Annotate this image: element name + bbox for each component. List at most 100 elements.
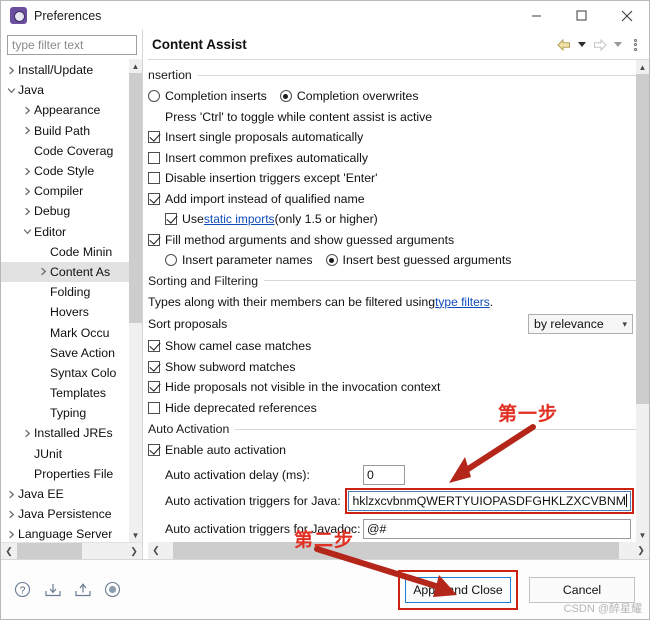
sidebar-item-appearance[interactable]: Appearance — [1, 100, 129, 120]
hide-proposals-row[interactable]: Hide proposals not visible in the invoca… — [148, 377, 636, 398]
sidebar-horizontal-scrollbar[interactable]: ❮ ❯ — [1, 542, 142, 560]
scroll-up-icon[interactable]: ▲ — [636, 60, 649, 74]
java-triggers-input[interactable]: hklzxcvbnmQWERTYUIOPASDFGHKLZXCVBNM — [348, 490, 631, 511]
show-camel-case-row[interactable]: Show camel case matches — [148, 336, 636, 357]
completion-overwrites-radio[interactable] — [279, 90, 292, 103]
sidebar-item-code-coverag[interactable]: Code Coverag — [1, 141, 129, 161]
static-imports-checkbox[interactable] — [165, 213, 177, 226]
export-icon[interactable] — [73, 580, 92, 599]
back-dropdown-caret-icon[interactable] — [574, 37, 589, 53]
sidebar-item-templates[interactable]: Templates — [1, 383, 129, 403]
settings-hscroll-track[interactable] — [164, 542, 633, 559]
hide-proposals-checkbox[interactable] — [148, 381, 160, 394]
chevron-right-icon[interactable] — [5, 510, 18, 519]
add-import-row[interactable]: Add import instead of qualified name — [148, 189, 636, 210]
settings-horizontal-scrollbar[interactable]: ❮ ❯ — [148, 542, 649, 559]
sidebar-hscroll-track[interactable] — [17, 542, 126, 560]
chevron-right-icon[interactable] — [21, 207, 34, 216]
sidebar-item-debug[interactable]: Debug — [1, 201, 129, 221]
sidebar-item-properties-file[interactable]: Properties File — [1, 464, 129, 484]
minimize-button[interactable] — [514, 1, 559, 30]
insert-common-prefixes-checkbox[interactable] — [148, 151, 160, 164]
sidebar-item-code-style[interactable]: Code Style — [1, 161, 129, 181]
chevron-right-icon[interactable] — [21, 429, 34, 438]
sidebar-scroll-thumb[interactable] — [129, 73, 142, 323]
sidebar-item-mark-occu[interactable]: Mark Occu — [1, 322, 129, 342]
view-menu-icon[interactable] — [628, 37, 643, 53]
javadoc-triggers-input[interactable]: @# — [363, 518, 631, 539]
sort-proposals-dropdown[interactable]: by relevance ▾ — [528, 314, 633, 334]
static-imports-row[interactable]: Use static imports (only 1.5 or higher) — [148, 209, 636, 230]
show-subword-checkbox[interactable] — [148, 360, 160, 373]
fill-method-arguments-row[interactable]: Fill method arguments and show guessed a… — [148, 230, 636, 251]
scroll-left-icon[interactable]: ❮ — [148, 545, 164, 556]
type-filters-link[interactable]: type filters — [435, 295, 490, 309]
chevron-right-icon[interactable] — [37, 267, 50, 276]
sidebar-item-install-update[interactable]: Install/Update — [1, 60, 129, 80]
scroll-down-icon[interactable]: ▼ — [129, 528, 142, 542]
scroll-right-icon[interactable]: ❯ — [126, 546, 142, 557]
sidebar-vertical-scrollbar[interactable]: ▲ ▼ — [129, 59, 142, 542]
import-icon[interactable] — [43, 580, 62, 599]
insert-single-proposals-checkbox[interactable] — [148, 131, 160, 144]
sidebar-hscroll-thumb[interactable] — [17, 542, 83, 560]
enable-auto-activation-row[interactable]: Enable auto activation — [148, 440, 636, 461]
insert-parameter-names-radio[interactable] — [165, 254, 177, 267]
chevron-down-icon[interactable] — [5, 86, 18, 95]
sidebar-item-build-path[interactable]: Build Path — [1, 121, 129, 141]
restore-defaults-icon[interactable] — [103, 580, 122, 599]
forward-icon[interactable] — [592, 37, 607, 53]
chevron-right-icon[interactable] — [21, 187, 34, 196]
sidebar-item-save-action[interactable]: Save Action — [1, 343, 129, 363]
maximize-button[interactable] — [559, 1, 604, 30]
chevron-down-icon[interactable] — [21, 227, 34, 236]
scroll-left-icon[interactable]: ❮ — [1, 546, 17, 557]
sidebar-item-editor[interactable]: Editor — [1, 222, 129, 242]
scroll-right-icon[interactable]: ❯ — [633, 545, 649, 556]
disable-insertion-triggers-row[interactable]: Disable insertion triggers except 'Enter… — [148, 168, 636, 189]
apply-and-close-button[interactable]: Apply and Close — [405, 576, 511, 603]
cancel-button[interactable]: Cancel — [529, 576, 635, 603]
disable-insertion-triggers-checkbox[interactable] — [148, 172, 160, 185]
chevron-right-icon[interactable] — [5, 66, 18, 75]
settings-hscroll-thumb[interactable] — [173, 542, 619, 559]
chevron-right-icon[interactable] — [5, 490, 18, 499]
add-import-checkbox[interactable] — [148, 192, 160, 205]
sidebar-item-language-server[interactable]: Language Server — [1, 524, 129, 542]
sidebar-item-folding[interactable]: Folding — [1, 282, 129, 302]
forward-dropdown-caret-icon[interactable] — [610, 37, 625, 53]
show-subword-row[interactable]: Show subword matches — [148, 357, 636, 378]
help-icon[interactable]: ? — [13, 580, 32, 599]
insert-single-proposals-row[interactable]: Insert single proposals automatically — [148, 127, 636, 148]
hide-deprecated-checkbox[interactable] — [148, 401, 160, 414]
sidebar-item-content-as[interactable]: Content As — [1, 261, 129, 283]
completion-inserts-radio[interactable] — [148, 90, 160, 103]
chevron-right-icon[interactable] — [21, 106, 34, 115]
preferences-tree[interactable]: Install/Update Java Appearance Build Path Co… — [1, 59, 129, 542]
sidebar-item-installed-jres[interactable]: Installed JREs — [1, 423, 129, 443]
filter-input[interactable]: type filter text — [7, 35, 137, 55]
sidebar-item-java-persistence[interactable]: Java Persistence — [1, 504, 129, 524]
chevron-right-icon[interactable] — [21, 167, 34, 176]
sidebar-item-code-minin[interactable]: Code Minin — [1, 242, 129, 262]
chevron-right-icon[interactable] — [21, 126, 34, 135]
sidebar-item-hovers[interactable]: Hovers — [1, 302, 129, 322]
insert-best-guessed-radio[interactable] — [325, 254, 338, 267]
hide-deprecated-row[interactable]: Hide deprecated references — [148, 398, 636, 419]
sidebar-item-java[interactable]: Java — [1, 80, 129, 100]
settings-scroll-thumb[interactable] — [636, 74, 649, 404]
fill-method-arguments-checkbox[interactable] — [148, 233, 160, 246]
scroll-down-icon[interactable]: ▼ — [636, 528, 649, 542]
enable-auto-activation-checkbox[interactable] — [148, 444, 160, 457]
sidebar-item-java-ee[interactable]: Java EE — [1, 484, 129, 504]
insert-common-prefixes-row[interactable]: Insert common prefixes automatically — [148, 148, 636, 169]
scroll-up-icon[interactable]: ▲ — [129, 59, 142, 73]
sidebar-item-junit[interactable]: JUnit — [1, 444, 129, 464]
settings-vertical-scrollbar[interactable]: ▲ ▼ — [636, 60, 649, 542]
sidebar-item-typing[interactable]: Typing — [1, 403, 129, 423]
sidebar-item-compiler[interactable]: Compiler — [1, 181, 129, 201]
auto-activation-delay-input[interactable]: 0 — [363, 464, 405, 485]
sidebar-item-syntax-colo[interactable]: Syntax Colo — [1, 363, 129, 383]
close-button[interactable] — [604, 1, 649, 30]
chevron-right-icon[interactable] — [5, 530, 18, 539]
